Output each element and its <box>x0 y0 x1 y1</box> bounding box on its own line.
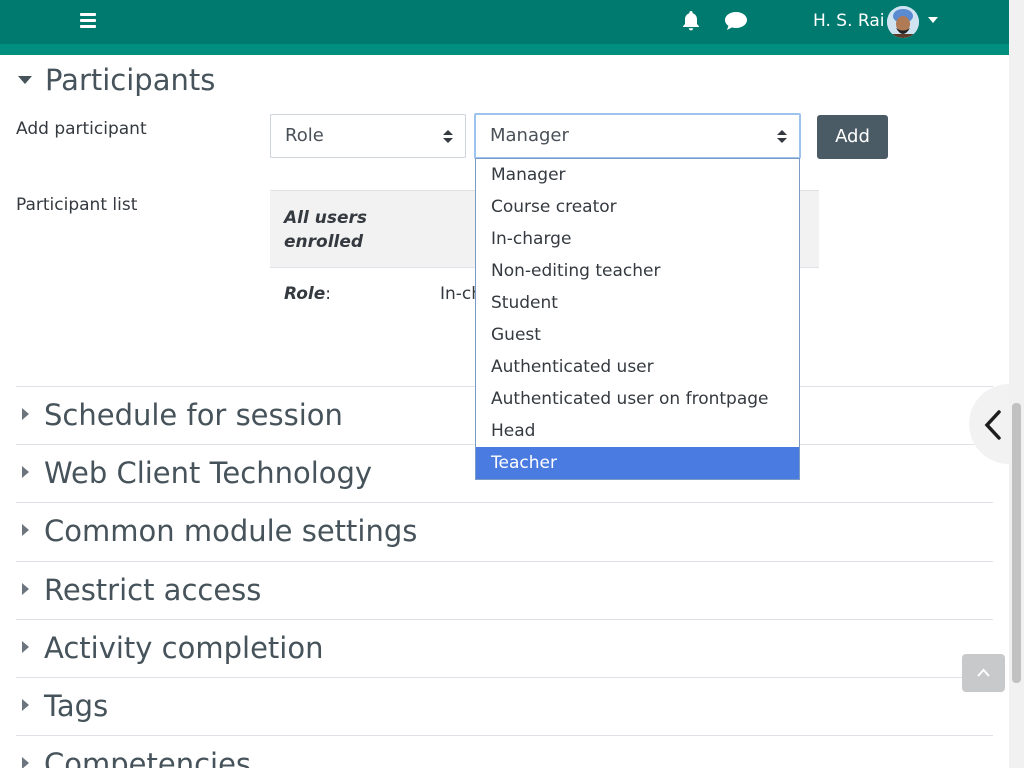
dropdown-option[interactable]: Guest <box>476 319 799 351</box>
dropdown-option[interactable]: In-charge <box>476 223 799 255</box>
select-arrows-icon <box>443 130 453 144</box>
dropdown-option[interactable]: Course creator <box>476 191 799 223</box>
expand-triangle-icon <box>22 641 29 653</box>
expand-triangle-icon <box>22 408 29 420</box>
expand-triangle-icon <box>22 583 29 595</box>
bell-icon[interactable] <box>679 9 703 33</box>
user-name[interactable]: H. S. Rai <box>813 10 884 32</box>
section-title: Common module settings <box>44 514 418 548</box>
all-users-enrolled-header: All users enrolled <box>284 208 367 252</box>
page-scrollbar[interactable] <box>1009 0 1024 768</box>
participant-type-select[interactable]: Role <box>270 114 466 158</box>
section-title: Schedule for session <box>44 398 343 432</box>
role-dropdown-list: Manager Course creator In-charge Non-edi… <box>475 158 800 480</box>
section-competencies[interactable]: Competencies <box>16 735 993 768</box>
dropdown-option-highlighted[interactable]: Teacher <box>476 447 799 479</box>
dropdown-option[interactable]: Head <box>476 415 799 447</box>
section-title-participants[interactable]: Participants <box>45 62 215 98</box>
section-title: Tags <box>44 689 109 723</box>
dropdown-option[interactable]: Manager <box>476 159 799 191</box>
expand-triangle-icon <box>22 757 29 768</box>
chat-icon[interactable] <box>723 10 749 32</box>
section-title: Web Client Technology <box>44 456 373 490</box>
section-title: Competencies <box>44 747 252 768</box>
expand-triangle-icon <box>22 524 29 536</box>
hamburger-icon[interactable] <box>78 11 98 29</box>
expand-triangle-icon <box>22 466 29 478</box>
section-activity-completion[interactable]: Activity completion <box>16 619 993 677</box>
section-common-module-settings[interactable]: Common module settings <box>16 502 993 560</box>
dropdown-option[interactable]: Non-editing teacher <box>476 255 799 287</box>
chevron-left-icon <box>984 410 1001 440</box>
dropdown-option[interactable]: Authenticated user <box>476 351 799 383</box>
section-tags[interactable]: Tags <box>16 677 993 735</box>
user-menu-caret-icon[interactable] <box>928 17 938 23</box>
select-arrows-icon <box>777 130 787 144</box>
add-participant-label: Add participant <box>16 119 147 139</box>
participant-type-select-value: Role <box>285 125 324 146</box>
dropdown-option[interactable]: Student <box>476 287 799 319</box>
chevron-up-icon <box>977 668 990 677</box>
role-row-label-text: Role <box>284 284 326 304</box>
collapse-triangle-icon[interactable] <box>18 76 32 84</box>
add-button[interactable]: Add <box>817 115 888 159</box>
section-title: Restrict access <box>44 573 262 607</box>
role-row-label: Role: <box>284 284 331 304</box>
expand-triangle-icon <box>22 699 29 711</box>
top-navbar: H. S. Rai <box>0 0 1009 55</box>
user-avatar[interactable] <box>887 6 919 38</box>
section-title: Activity completion <box>44 631 324 665</box>
dropdown-option[interactable]: Authenticated user on frontpage <box>476 383 799 415</box>
scrollbar-thumb[interactable] <box>1012 403 1021 683</box>
participant-list-label: Participant list <box>16 195 138 215</box>
role-row-colon: : <box>325 284 332 304</box>
back-to-top-button[interactable] <box>962 654 1005 692</box>
role-select-value: Manager <box>490 125 569 146</box>
section-restrict-access[interactable]: Restrict access <box>16 561 993 619</box>
role-select[interactable]: Manager <box>474 113 801 159</box>
